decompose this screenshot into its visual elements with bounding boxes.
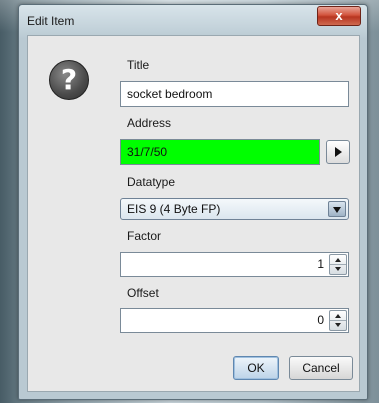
factor-label: Factor: [127, 229, 162, 243]
close-button[interactable]: x: [317, 6, 361, 26]
datatype-label: Datatype: [127, 175, 176, 189]
cancel-button[interactable]: Cancel: [289, 356, 353, 380]
address-field[interactable]: 31/7/50: [120, 139, 320, 165]
title-bar[interactable]: Edit Item x: [19, 5, 367, 35]
chevron-down-icon: [333, 207, 341, 213]
offset-spin-buttons: [329, 310, 347, 331]
edit-item-dialog: Edit Item x ? Title socket bedroom Addre…: [18, 4, 368, 400]
offset-decrement-button[interactable]: [330, 321, 346, 331]
factor-value[interactable]: 1: [317, 253, 324, 276]
title-field[interactable]: socket bedroom: [120, 81, 349, 107]
window-title: Edit Item: [27, 14, 75, 28]
arrow-up-icon: [335, 314, 341, 318]
offset-value[interactable]: 0: [317, 309, 324, 332]
offset-label: Offset: [127, 286, 159, 300]
address-label: Address: [127, 116, 172, 130]
dialog-content: ? Title socket bedroom Address 31/7/50 D…: [27, 35, 360, 392]
factor-increment-button[interactable]: [330, 255, 346, 265]
play-arrow-icon: [335, 147, 342, 157]
factor-spin-buttons: [329, 254, 347, 275]
address-picker-button[interactable]: [326, 140, 350, 164]
title-label: Title: [127, 58, 150, 72]
factor-decrement-button[interactable]: [330, 265, 346, 275]
arrow-up-icon: [335, 258, 341, 262]
arrow-down-icon: [335, 323, 341, 327]
question-icon: ?: [49, 60, 89, 100]
ok-button[interactable]: OK: [233, 356, 279, 380]
arrow-down-icon: [335, 267, 341, 271]
factor-spinner[interactable]: 1: [120, 252, 349, 277]
offset-spinner[interactable]: 0: [120, 308, 349, 333]
offset-increment-button[interactable]: [330, 311, 346, 321]
datatype-select[interactable]: EIS 9 (4 Byte FP): [120, 198, 349, 220]
datatype-selected-value: EIS 9 (4 Byte FP): [127, 202, 221, 216]
close-icon: x: [335, 8, 343, 23]
dropdown-arrow[interactable]: [328, 201, 346, 217]
